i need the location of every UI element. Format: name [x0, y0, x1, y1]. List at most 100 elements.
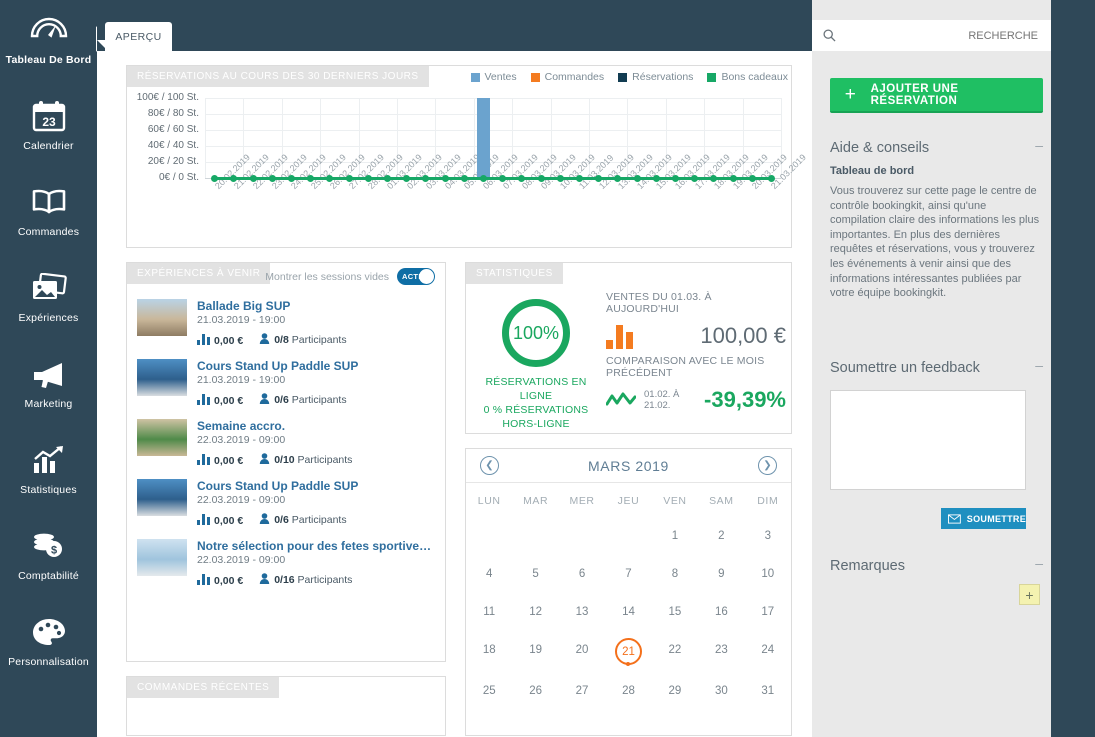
legend-item-ventes[interactable]: Ventes — [470, 71, 517, 83]
calendar-day[interactable]: 5 — [512, 555, 558, 593]
calendar-day[interactable]: 24 — [745, 631, 791, 672]
experience-list-item[interactable]: Semaine accro. 22.03.2019 - 09:00 0,00 € 0/… — [127, 413, 445, 473]
sidebar-item-commandes[interactable]: Commandes — [0, 172, 97, 258]
bar-chart-icon — [197, 513, 210, 525]
calendar-next-month-button[interactable]: ❯ — [758, 456, 777, 475]
experience-list-item[interactable]: Cours Stand Up Paddle SUP 22.03.2019 - 09… — [127, 473, 445, 533]
sidebar-item-tableau-de-bord[interactable]: Tableau De Bord — [0, 0, 106, 86]
calendar-day-number: 29 — [668, 685, 682, 697]
calendar-dow-header: JEU — [617, 495, 640, 507]
donut-caption-offline: 0 % RÉSERVATIONS HORS-LIGNE — [483, 404, 589, 430]
help-collapse-icon[interactable]: – — [1035, 138, 1043, 152]
sidebar-item-personnalisation[interactable]: Personnalisation — [0, 602, 97, 688]
legend-item-bons-cadeaux[interactable]: Bons cadeaux — [707, 71, 788, 83]
experience-list-item[interactable]: Ballade Big SUP 21.03.2019 - 19:00 0,00 € 0… — [127, 293, 445, 353]
calendar-day[interactable]: 19 — [512, 631, 558, 672]
sidebar: Tableau De Bord 23 Calendrier Commandes Expé… — [0, 0, 106, 737]
chart-data-point — [422, 174, 430, 182]
feedback-collapse-icon[interactable]: – — [1035, 358, 1043, 372]
calendar-day[interactable]: 16 — [698, 593, 744, 631]
calendar-grid: LUN MAR MER JEU VEN SAM DIM 1 2 3 4 5 6 7 8 9 10 11 12 13 14… — [466, 483, 791, 710]
calendar-day[interactable]: 8 — [652, 555, 698, 593]
chart-y-tick-label: 80€ / 80 St. — [147, 108, 199, 119]
feedback-textarea[interactable] — [830, 390, 1026, 490]
experience-title[interactable]: Ballade Big SUP — [197, 299, 437, 313]
calendar-empty-cell — [466, 517, 512, 555]
calendar-dow-header: VEN — [663, 495, 687, 507]
calendar-day[interactable]: 10 — [745, 555, 791, 593]
calendar-day[interactable]: 26 — [512, 672, 558, 710]
experience-title[interactable]: Semaine accro. — [197, 419, 437, 433]
calendar-day[interactable]: 7 — [605, 555, 651, 593]
calendar-day[interactable]: 29 — [652, 672, 698, 710]
calendar-day[interactable]: 1 — [652, 517, 698, 555]
notes-collapse-icon[interactable]: – — [1035, 556, 1043, 570]
calendar-day[interactable]: 27 — [559, 672, 605, 710]
chart-y-tick-label: 20€ / 20 St. — [147, 156, 199, 167]
search-input[interactable] — [836, 28, 1040, 43]
add-reservation-button[interactable]: + AJOUTER UNE RÉSERVATION — [830, 78, 1043, 113]
calendar-day[interactable]: 20 — [559, 631, 605, 672]
experience-title[interactable]: Notre sélection pour des fetes sportives… — [197, 539, 437, 553]
legend-item-commandes[interactable]: Commandes — [530, 71, 604, 83]
calendar-day[interactable]: 22 — [652, 631, 698, 672]
chart-data-point — [595, 174, 603, 182]
calendar-prev-month-button[interactable]: ❮ — [480, 456, 499, 475]
tab-apercu[interactable]: APERÇU — [105, 22, 172, 51]
bar-chart-icon — [197, 333, 210, 345]
chart-data-point — [268, 174, 276, 182]
calendar-day[interactable]: 9 — [698, 555, 744, 593]
calendar-day[interactable]: 31 — [745, 672, 791, 710]
feedback-submit-label: SOUMETTRE — [966, 513, 1026, 524]
calendar-day-today[interactable]: 21 — [605, 631, 651, 672]
show-empty-sessions-label: Montrer les sessions vides — [265, 270, 389, 283]
sidebar-item-marketing[interactable]: Marketing — [0, 344, 97, 430]
show-empty-sessions-row: Montrer les sessions vides ACTIF — [265, 268, 435, 285]
calendar-day-number: 7 — [625, 568, 632, 580]
experience-thumbnail — [137, 479, 187, 516]
person-icon — [259, 333, 270, 347]
add-note-button[interactable]: + — [1019, 584, 1040, 605]
calendar-day[interactable]: 18 — [466, 631, 512, 672]
experience-title[interactable]: Cours Stand Up Paddle SUP — [197, 479, 437, 493]
calendar-day[interactable]: 15 — [652, 593, 698, 631]
show-empty-sessions-toggle[interactable]: ACTIF — [397, 268, 435, 285]
calendar-day[interactable]: 17 — [745, 593, 791, 631]
experience-list-item[interactable]: Notre sélection pour des fetes sportives… — [127, 533, 445, 593]
calendar-day[interactable]: 25 — [466, 672, 512, 710]
calendar-day[interactable]: 2 — [698, 517, 744, 555]
calendar-title: MARS 2019 — [588, 457, 669, 474]
calendar-day[interactable]: 6 — [559, 555, 605, 593]
chart-y-tick-label: 60€ / 60 St. — [147, 124, 199, 135]
chart-data-point — [671, 174, 679, 182]
right-sidebar: + AJOUTER UNE RÉSERVATION Aide & conseil… — [812, 0, 1051, 737]
sidebar-item-statistiques[interactable]: Statistiques — [0, 430, 97, 516]
chart-gridline — [205, 130, 781, 131]
experience-participants: 0/6 Participants — [259, 513, 347, 527]
sidebar-item-comptabilit[interactable]: $ Comptabilité — [0, 516, 97, 602]
person-icon — [259, 573, 270, 587]
calendar-day[interactable]: 14 — [605, 593, 651, 631]
chart-gridline — [205, 146, 781, 147]
chart-data-point — [556, 174, 564, 182]
calendar-day[interactable]: 23 — [698, 631, 744, 672]
calendar-day-number: 10 — [761, 568, 775, 580]
experience-list-item[interactable]: Cours Stand Up Paddle SUP 21.03.2019 - 19… — [127, 353, 445, 413]
sidebar-item-calendrier[interactable]: 23 Calendrier — [0, 86, 97, 172]
chart-line-bons-cadeaux — [214, 176, 772, 180]
calendar-day-number: 28 — [622, 685, 635, 697]
search-bar[interactable] — [812, 20, 1051, 51]
calendar-day[interactable]: 12 — [512, 593, 558, 631]
calendar-day[interactable]: 3 — [745, 517, 791, 555]
calendar-day[interactable]: 4 — [466, 555, 512, 593]
experience-title[interactable]: Cours Stand Up Paddle SUP — [197, 359, 437, 373]
feedback-submit-button[interactable]: SOUMETTRE — [941, 508, 1026, 529]
calendar-day[interactable]: 30 — [698, 672, 744, 710]
legend-item-r-servations[interactable]: Réservations — [618, 71, 693, 83]
calendar-empty-cell — [512, 517, 558, 555]
calendar-day[interactable]: 13 — [559, 593, 605, 631]
chart-data-point — [326, 174, 334, 182]
calendar-day[interactable]: 11 — [466, 593, 512, 631]
sidebar-item-exp-riences[interactable]: Expériences — [0, 258, 97, 344]
calendar-day[interactable]: 28 — [605, 672, 651, 710]
